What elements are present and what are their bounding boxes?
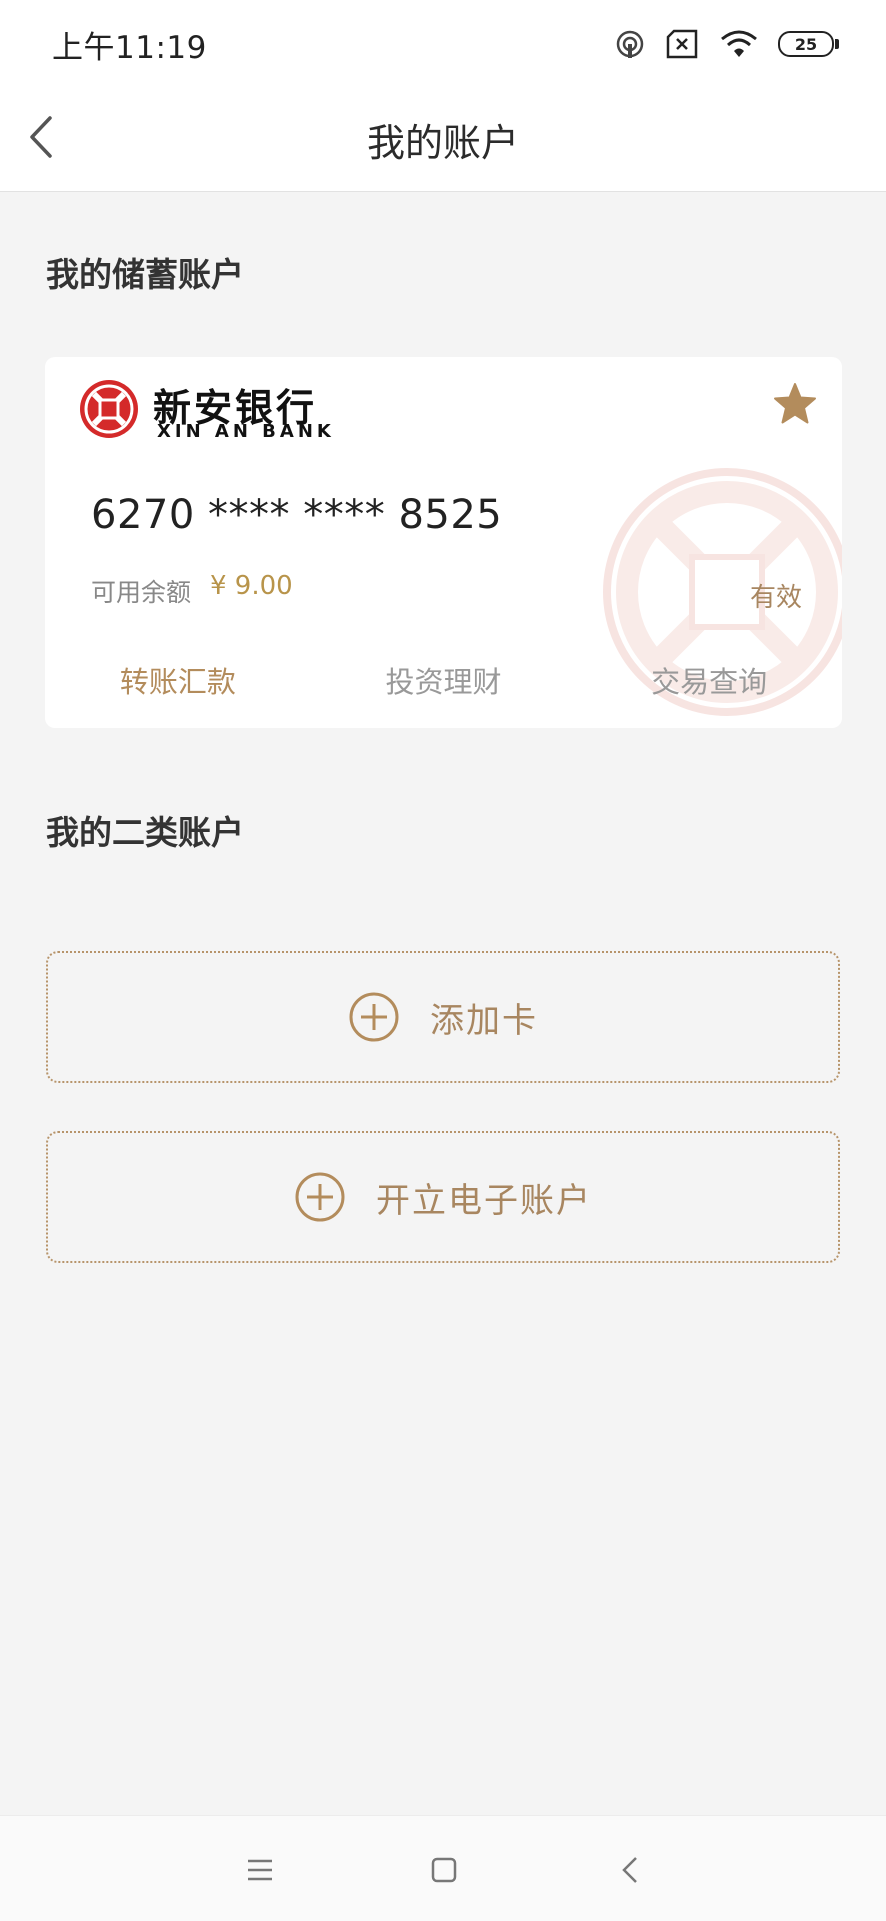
- home-icon[interactable]: [424, 1850, 464, 1890]
- open-eaccount-label: 开立电子账户: [376, 1180, 592, 1221]
- transfer-button[interactable]: 转账汇款: [45, 647, 311, 713]
- card-actions: 转账汇款 投资理财 交易查询: [45, 647, 842, 713]
- app-header: 我的账户: [0, 84, 886, 192]
- plus-circle-icon: [295, 1172, 345, 1222]
- sim-error-icon: [666, 29, 698, 59]
- page-title: 我的账户: [366, 121, 519, 165]
- menu-icon[interactable]: [240, 1850, 280, 1890]
- card-number: 6270 **** **** 8525: [91, 492, 503, 538]
- open-eaccount-button[interactable]: 开立电子账户: [46, 1131, 840, 1263]
- add-card-label: 添加卡: [430, 1000, 538, 1041]
- balance-value: ¥ 9.00: [210, 571, 293, 601]
- wifi-icon: [721, 30, 757, 57]
- bank-name-en: XIN AN BANK: [157, 421, 335, 442]
- back-icon[interactable]: [612, 1850, 652, 1890]
- savings-section-title: 我的储蓄账户: [46, 255, 244, 294]
- savings-account-card[interactable]: 新安银行 XIN AN BANK 6270 **** **** 8525 可用余…: [45, 357, 842, 728]
- class2-section-title: 我的二类账户: [46, 813, 244, 852]
- bank-logo-icon: [80, 380, 138, 438]
- balance-label: 可用余额: [91, 578, 192, 607]
- add-card-button[interactable]: 添加卡: [46, 951, 840, 1083]
- battery-icon: 25: [778, 31, 839, 57]
- status-icons: 25: [614, 24, 839, 64]
- system-nav-bar: [0, 1815, 886, 1921]
- battery-level: 25: [794, 34, 818, 54]
- hotspot-icon: [616, 30, 644, 58]
- card-status: 有效: [750, 583, 803, 613]
- investment-button[interactable]: 投资理财: [311, 647, 577, 713]
- favorite-star-icon[interactable]: [772, 381, 818, 427]
- status-bar: 上午11:19 25: [0, 0, 886, 84]
- transaction-query-button[interactable]: 交易查询: [576, 647, 842, 713]
- plus-circle-icon: [349, 992, 399, 1042]
- status-time: 上午11:19: [52, 30, 207, 66]
